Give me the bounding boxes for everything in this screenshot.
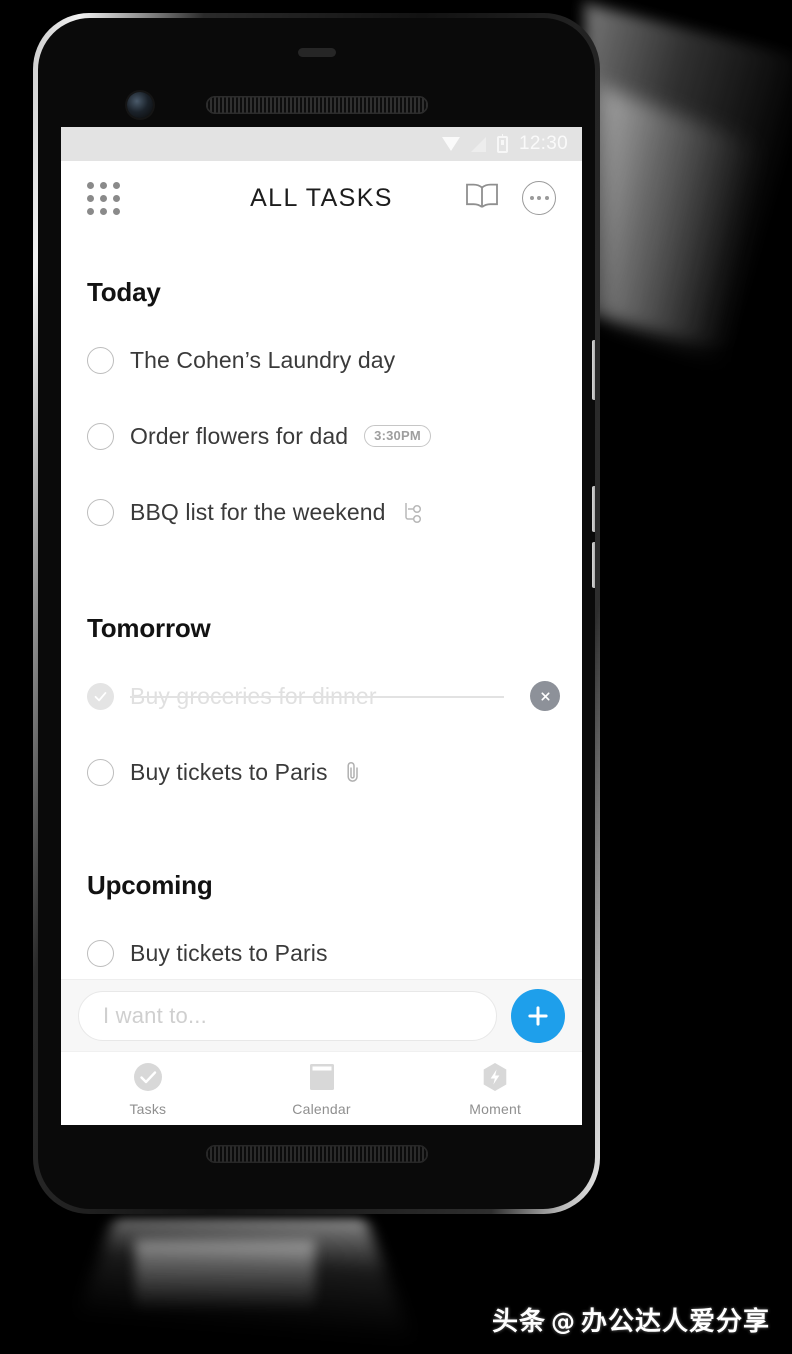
- wifi-icon: [441, 137, 460, 151]
- signal-icon: [470, 136, 486, 152]
- watermark-at: @: [550, 1308, 576, 1336]
- status-bar-clock: 12:30: [518, 133, 568, 154]
- tab-moment[interactable]: Moment: [408, 1060, 582, 1117]
- table-row[interactable]: The Cohen’s Laundry day: [87, 322, 556, 398]
- tab-tasks[interactable]: Tasks: [61, 1060, 235, 1117]
- app-bar: ALL TASKS: [61, 161, 582, 235]
- earpiece-speaker: [205, 96, 428, 114]
- subtask-icon: [402, 500, 424, 524]
- section-header-tomorrow: Tomorrow: [87, 613, 211, 643]
- phone-bezel: 12:30 ALL TASKS Today The Cohen’s Laundr…: [38, 18, 595, 1209]
- app-bar-actions: [464, 181, 556, 216]
- new-task-input[interactable]: I want to...: [78, 990, 497, 1041]
- table-row[interactable]: Order flowers for dad 3:30PM: [87, 398, 556, 474]
- table-row[interactable]: Buy groceries for dinner: [87, 658, 560, 734]
- notebook-icon: [307, 1060, 337, 1094]
- phone-screen: 12:30 ALL TASKS Today The Cohen’s Laundr…: [61, 127, 582, 1125]
- volume-down-button[interactable]: [592, 542, 595, 588]
- task-checkbox[interactable]: [87, 422, 114, 450]
- tab-calendar[interactable]: Calendar: [235, 1060, 409, 1117]
- proximity-sensor-slot: [297, 48, 336, 57]
- phone-device: 12:30 ALL TASKS Today The Cohen’s Laundr…: [33, 13, 600, 1214]
- grid-menu-icon[interactable]: [87, 181, 120, 215]
- table-row[interactable]: BBQ list for the weekend: [87, 474, 556, 550]
- more-options-icon[interactable]: [522, 181, 556, 215]
- task-checkbox[interactable]: [87, 346, 114, 374]
- bottom-speaker: [205, 1145, 428, 1163]
- plus-icon: [528, 1005, 548, 1026]
- watermark-account: 办公达人爱分享: [580, 1307, 770, 1337]
- task-list: Today The Cohen’s Laundry day Order flow…: [61, 235, 582, 1042]
- tab-label: Tasks: [129, 1101, 167, 1117]
- tab-label: Moment: [469, 1101, 522, 1117]
- delete-icon[interactable]: [530, 681, 560, 711]
- battery-icon: [496, 133, 508, 153]
- task-composer-bar: I want to...: [61, 979, 582, 1051]
- task-title: BBQ list for the weekend: [130, 498, 386, 525]
- strikethrough-line: [130, 696, 504, 698]
- bottom-tab-bar: Tasks Calendar Moment: [61, 1051, 582, 1125]
- tab-label: Calendar: [292, 1101, 351, 1117]
- task-checkbox[interactable]: [87, 758, 114, 786]
- open-book-icon[interactable]: [464, 181, 500, 216]
- watermark: 头条 @ 办公达人爱分享: [492, 1301, 770, 1338]
- volume-up-button[interactable]: [592, 486, 595, 532]
- task-title: The Cohen’s Laundry day: [130, 346, 396, 373]
- hexagon-bolt-icon: [480, 1060, 510, 1094]
- section-header-upcoming: Upcoming: [87, 870, 213, 900]
- new-task-placeholder: I want to...: [103, 1002, 207, 1028]
- status-bar: 12:30: [61, 127, 582, 161]
- task-title: Buy tickets to Paris: [130, 939, 328, 966]
- watermark-source: 头条: [491, 1307, 546, 1337]
- task-title: Order flowers for dad: [130, 422, 349, 449]
- task-checkbox[interactable]: [87, 498, 114, 526]
- due-time-badge: 3:30PM: [364, 425, 431, 447]
- front-camera-icon: [127, 92, 153, 118]
- check-circle-icon: [132, 1060, 164, 1094]
- screenshot-stage: 12:30 ALL TASKS Today The Cohen’s Laundr…: [0, 0, 792, 1354]
- task-title: Buy tickets to Paris: [130, 758, 328, 785]
- section-header-today: Today: [87, 277, 161, 307]
- power-button[interactable]: [592, 340, 595, 400]
- table-row[interactable]: Buy tickets to Paris: [87, 734, 556, 810]
- reflection-bottom-inner: [135, 1240, 315, 1335]
- task-checkbox[interactable]: [87, 939, 114, 967]
- task-checkbox-checked[interactable]: [87, 682, 114, 710]
- add-task-button[interactable]: [511, 988, 565, 1043]
- attachment-icon: [344, 759, 362, 785]
